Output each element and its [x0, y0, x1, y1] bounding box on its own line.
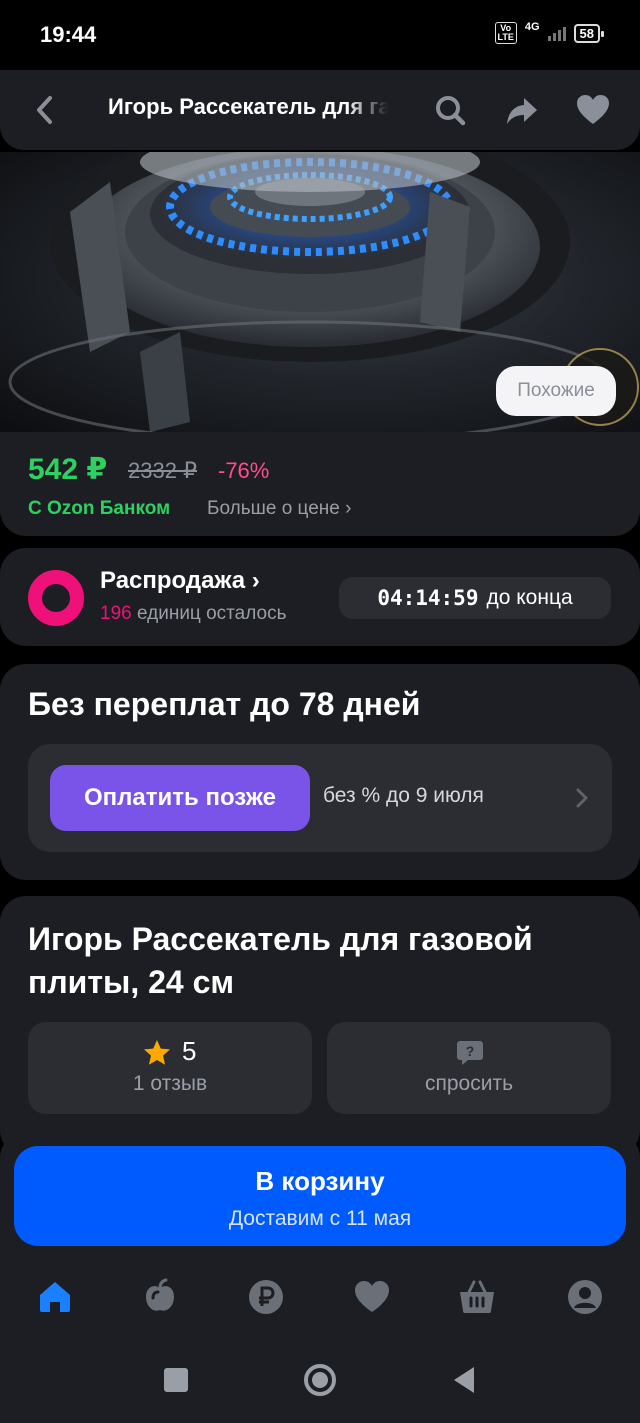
signal-icon: [547, 25, 566, 41]
discount-badge: -76%: [218, 458, 270, 483]
sale-remaining-count: 196: [100, 603, 132, 624]
sale-remaining-label: единиц осталось: [131, 603, 287, 624]
back-arrow-icon[interactable]: [30, 92, 60, 128]
favorite-heart-icon[interactable]: [575, 92, 611, 128]
sale-logo-icon: [28, 570, 84, 626]
timer-value: 04:14:59: [377, 586, 479, 610]
recents-square-icon[interactable]: [158, 1362, 194, 1398]
apple-icon[interactable]: [141, 1278, 179, 1316]
battery-icon: 58: [573, 23, 605, 43]
status-time: 19:44: [40, 22, 97, 47]
timer-suffix: до конца: [486, 586, 573, 609]
similar-products-button[interactable]: Похожие: [496, 366, 616, 416]
pay-later-terms: без % до 9 июля: [323, 784, 484, 807]
sale-remaining: 196 единиц осталось: [100, 603, 287, 625]
old-price: 2332 ₽: [128, 458, 198, 483]
product-header: Игорь Рассекатель для газовой плиты, 24 …: [0, 70, 640, 150]
ask-question-label: спросить: [424, 1072, 514, 1095]
ruble-icon[interactable]: [247, 1278, 285, 1316]
back-triangle-icon[interactable]: [448, 1362, 484, 1398]
volte-icon: Vo LTE: [494, 22, 517, 44]
rating-value: 5: [182, 1036, 197, 1066]
status-bar: 19:44 Vo LTE 4G 58: [0, 0, 640, 70]
sale-timer: 04:14:59 до конца: [339, 577, 611, 619]
basket-icon[interactable]: [458, 1278, 496, 1316]
ozon-bank-price-label[interactable]: С Ozon Банком: [28, 498, 170, 520]
product-title: Игорь Рассекатель для газовой плиты, 24 …: [28, 921, 533, 1000]
home-icon[interactable]: [36, 1278, 74, 1316]
add-to-cart-button[interactable]: В корзину Доставим с 11 мая: [14, 1146, 626, 1246]
add-to-cart-label: В корзину: [255, 1166, 385, 1196]
network-type: 4G: [524, 21, 540, 33]
star-icon: [144, 1040, 170, 1065]
pay-later-button[interactable]: Оплатить позже: [50, 765, 310, 831]
header-title: Игорь Рассекатель для газовой плиты, 24 …: [108, 94, 388, 119]
installments-title: Без переплат до 78 дней: [28, 686, 421, 722]
profile-icon[interactable]: [566, 1278, 604, 1316]
svg-text:?: ?: [466, 1043, 475, 1059]
rating-button[interactable]: [28, 1022, 312, 1114]
home-circle-icon[interactable]: [302, 1362, 338, 1398]
more-about-price-link[interactable]: Больше о цене ›: [207, 498, 351, 520]
question-bubble-icon: ?: [457, 1041, 483, 1065]
share-icon[interactable]: [504, 92, 540, 128]
battery-level: 58: [579, 25, 594, 41]
bottom-tab-bar: [0, 1262, 640, 1332]
search-icon[interactable]: [432, 92, 468, 128]
status-icons: Vo LTE 4G 58: [494, 21, 605, 44]
reviews-count: 1 отзыв: [132, 1072, 208, 1095]
sale-title[interactable]: Распродажа ›: [100, 567, 260, 595]
ask-question-button[interactable]: [327, 1022, 611, 1114]
delivery-date: Доставим с 11 мая: [228, 1207, 412, 1230]
heart-icon[interactable]: [353, 1278, 391, 1316]
chevron-right-icon: [576, 788, 588, 808]
current-price: 542 ₽: [28, 453, 108, 486]
